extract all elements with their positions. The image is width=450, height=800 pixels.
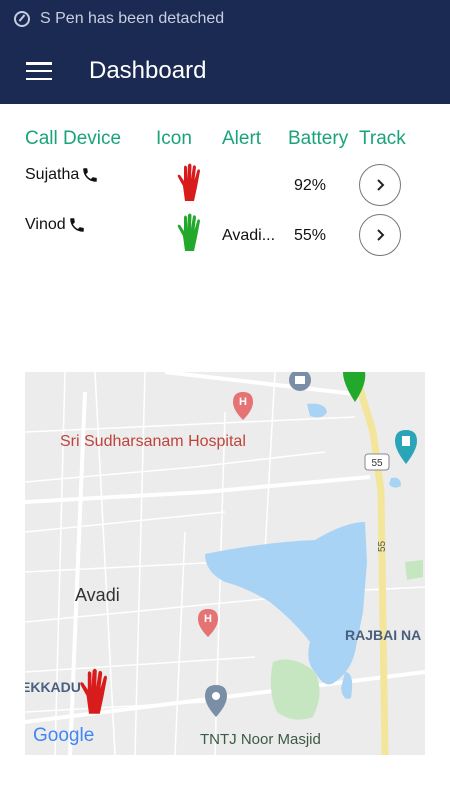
- hospital-pin-glyph: H: [204, 613, 212, 625]
- s-pen-icon: [14, 11, 30, 27]
- header-call-device: Call Device: [25, 128, 122, 149]
- battery-level: 92%: [294, 177, 327, 194]
- status-bar: S Pen has been detached: [0, 0, 450, 38]
- phone-icon[interactable]: [81, 166, 99, 184]
- chevron-right-icon: [377, 179, 385, 191]
- header-alert: Alert: [222, 128, 262, 149]
- device-row: Vinod Avadi... 55%: [0, 213, 450, 264]
- hamburger-menu-icon[interactable]: [26, 62, 52, 80]
- red-hand-icon: [177, 163, 200, 201]
- highway-label: 55: [377, 540, 388, 552]
- device-name-cell[interactable]: Vinod: [25, 216, 86, 234]
- cinema-pin-glyph: [402, 436, 410, 446]
- phone-icon[interactable]: [68, 216, 86, 234]
- google-logo: Google: [33, 725, 94, 746]
- mosque-pin-glyph: [212, 692, 220, 700]
- device-row: Sujatha 92%: [0, 163, 450, 214]
- header-track: Track: [359, 128, 406, 149]
- device-name: Sujatha: [25, 166, 80, 183]
- header-icon: Icon: [156, 128, 192, 149]
- track-button[interactable]: [359, 164, 401, 206]
- status-message: S Pen has been detached: [40, 10, 225, 27]
- header-battery: Battery: [288, 128, 349, 149]
- rajbai-label: RAJBAI NA: [345, 627, 421, 643]
- map-view[interactable]: H H 55 55 Sri Sudharsanam Hospital Avadi…: [25, 372, 425, 755]
- hospital-label: Sri Sudharsanam Hospital: [60, 433, 246, 450]
- museum-pin-glyph: [295, 376, 305, 384]
- ekkadu-label: EKKADU: [25, 679, 81, 695]
- page-title: Dashboard: [89, 57, 207, 84]
- track-button[interactable]: [359, 214, 401, 256]
- park: [405, 560, 423, 580]
- device-name: Vinod: [25, 216, 66, 233]
- device-name-cell[interactable]: Sujatha: [25, 166, 99, 184]
- hospital-pin-glyph: H: [239, 396, 247, 408]
- avadi-label: Avadi: [75, 585, 120, 605]
- battery-level: 55%: [294, 227, 327, 244]
- map-canvas[interactable]: H H 55 55 Sri Sudharsanam Hospital Avadi…: [25, 372, 425, 755]
- masjid-label: TNTJ Noor Masjid: [200, 731, 321, 748]
- chevron-right-icon: [377, 229, 385, 241]
- green-hand-icon: [177, 213, 200, 251]
- alert-text: Avadi...: [222, 227, 276, 244]
- app-bar: Dashboard: [0, 38, 450, 104]
- highway-badge-text: 55: [371, 458, 383, 469]
